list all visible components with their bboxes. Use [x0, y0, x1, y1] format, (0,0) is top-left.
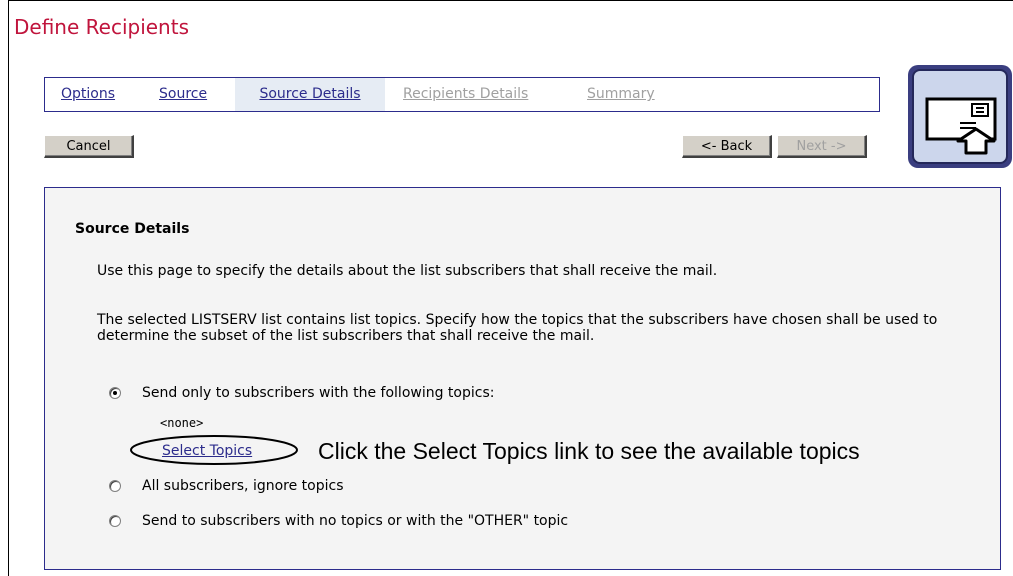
back-button[interactable]: <- Back	[682, 135, 772, 158]
radio-all-subscribers[interactable]	[109, 480, 121, 492]
radio-no-topics-or-other[interactable]	[109, 515, 121, 527]
tab-source[interactable]: Source	[159, 78, 207, 111]
cancel-button[interactable]: Cancel	[44, 135, 134, 158]
tab-source-details[interactable]: Source Details	[235, 78, 385, 111]
radio-label: Send only to subscribers with the follow…	[142, 385, 495, 401]
radio-send-to-topics[interactable]	[109, 387, 121, 399]
page-title: Define Recipients	[14, 15, 189, 39]
radio-label: All subscribers, ignore topics	[142, 478, 344, 494]
tab-options[interactable]: Options	[61, 78, 115, 111]
mail-send-icon	[925, 97, 997, 155]
annotation-text: Click the Select Topics link to see the …	[318, 438, 860, 464]
radio-label: Send to subscribers with no topics or wi…	[142, 513, 569, 529]
tab-recipients-details: Recipients Details	[403, 86, 529, 102]
logo-inner-panel	[912, 69, 1008, 164]
wizard-tab-bar: Options Source Source Details Recipients…	[44, 77, 880, 112]
description-text: The selected LISTSERV list contains list…	[97, 312, 938, 344]
source-details-panel: Source Details Use this page to specify …	[44, 187, 1001, 570]
intro-text: Use this page to specify the details abo…	[97, 263, 718, 279]
tab-summary: Summary	[587, 86, 655, 102]
selected-topics-value: <none>	[160, 416, 204, 430]
app-logo	[908, 65, 1012, 168]
section-heading: Source Details	[75, 221, 190, 237]
next-button: Next ->	[777, 135, 867, 158]
select-topics-link[interactable]: Select Topics	[162, 443, 252, 459]
